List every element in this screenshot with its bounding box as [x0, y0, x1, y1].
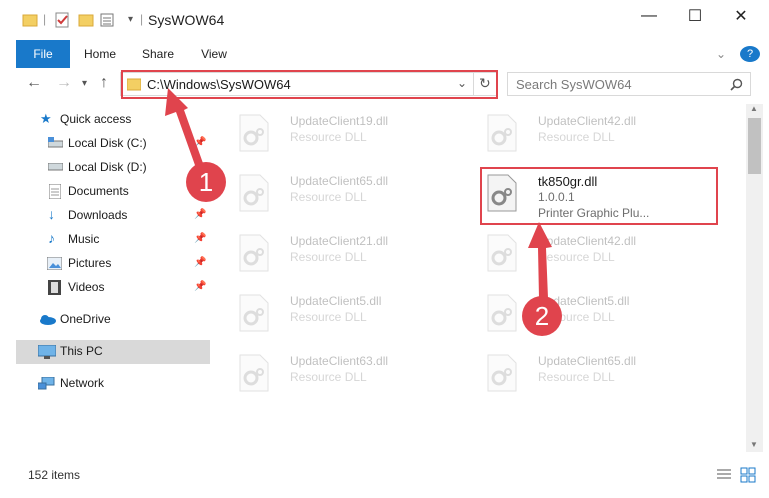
- step-badge-2: 2: [522, 296, 562, 336]
- step-badge-1: 1: [186, 162, 226, 202]
- arrow-1-icon: [165, 88, 204, 168]
- arrow-2-icon: [528, 222, 552, 298]
- annotation-arrows: [165, 88, 552, 298]
